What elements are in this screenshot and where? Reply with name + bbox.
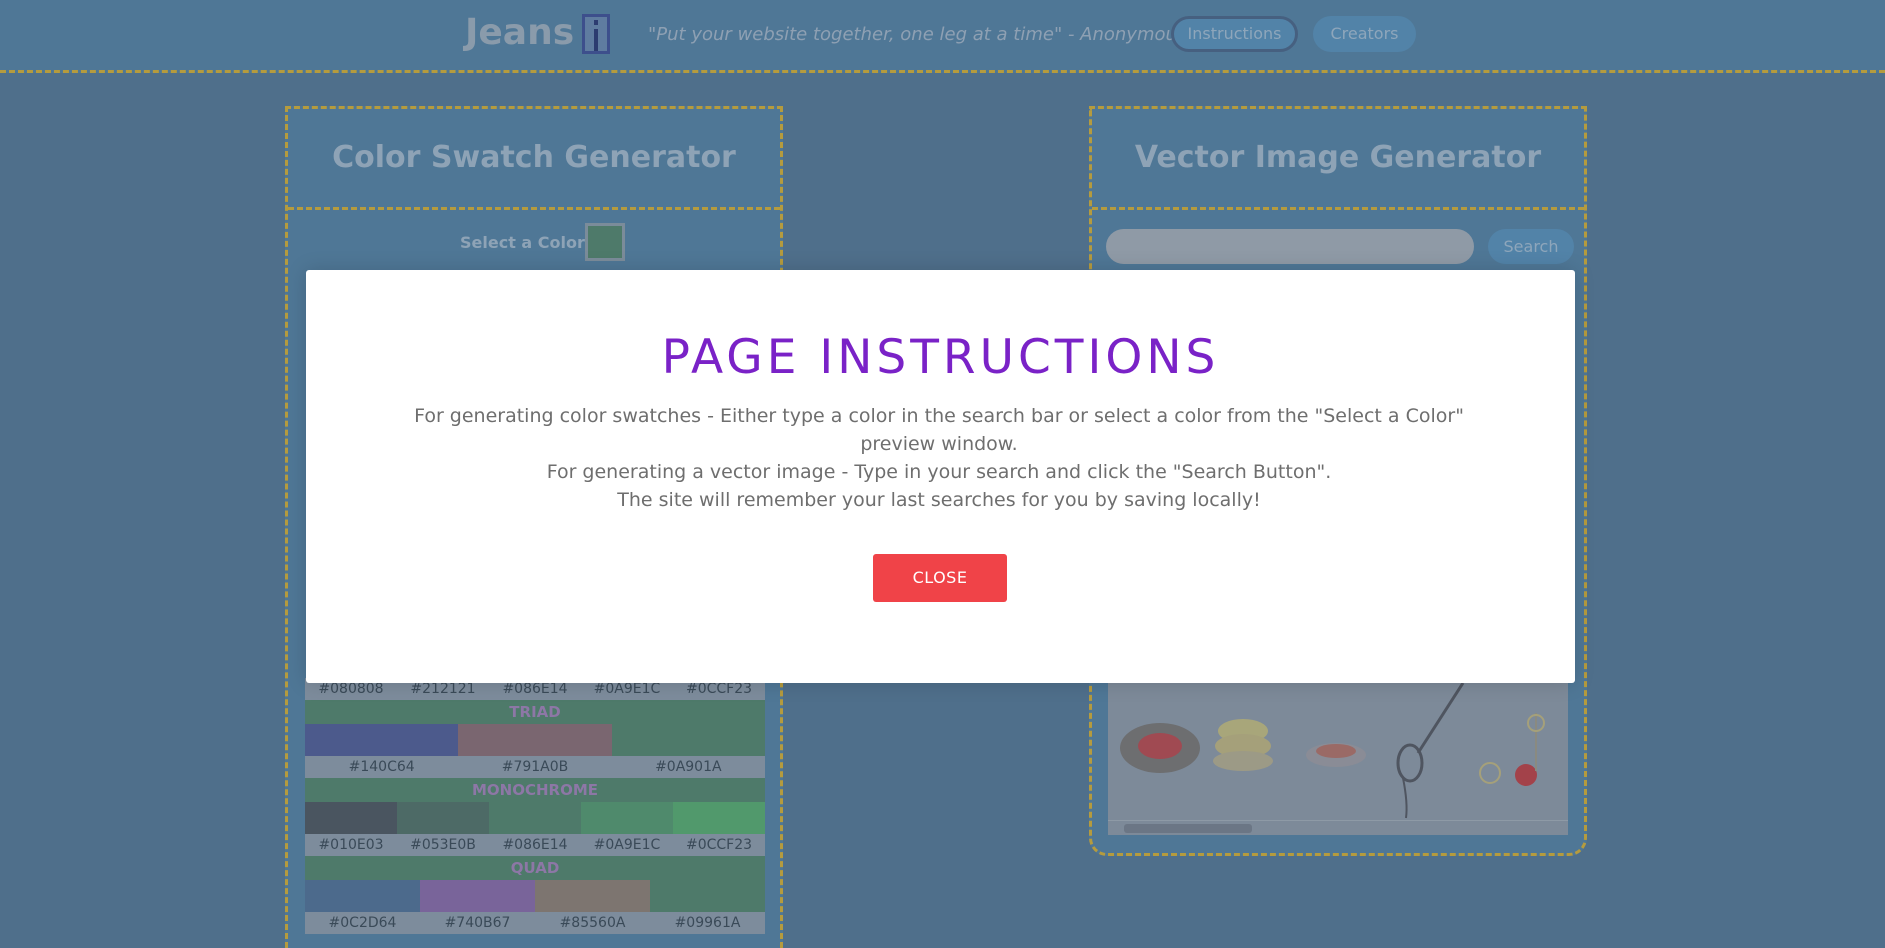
- swatch-color-row: [305, 880, 765, 912]
- swatch-hex-label: #740B67: [444, 915, 511, 931]
- swatch-hex-label: #791A0B: [501, 759, 569, 775]
- swatch-hex-row: #140C64 #791A0B #0A901A: [305, 756, 765, 778]
- swatch-hex-row: #010E03 #053E0B #086E14 #0A9E1C #0CCF23: [305, 834, 765, 856]
- modal-line-vector: For generating a vector image - Type in …: [546, 461, 1332, 483]
- modal-line-storage: The site will remember your last searche…: [617, 489, 1261, 511]
- creators-button[interactable]: Creators: [1313, 16, 1416, 52]
- gallery-images: [1120, 682, 1545, 819]
- color-swatch[interactable]: [397, 802, 489, 834]
- swatch-group-title: QUAD: [305, 856, 765, 880]
- color-swatch[interactable]: [611, 724, 765, 756]
- pasta-plate-image[interactable]: [1120, 723, 1200, 773]
- vector-image-gallery: [1108, 682, 1568, 835]
- swatch-hex-label: #0A9E1C: [593, 837, 661, 853]
- color-swatch[interactable]: [305, 724, 459, 756]
- instructions-modal: PAGE INSTRUCTIONS For generating color s…: [306, 270, 1575, 683]
- color-swatch[interactable]: [673, 802, 765, 834]
- jeans-logo-icon: [582, 14, 610, 54]
- color-swatch[interactable]: [650, 880, 765, 912]
- swatch-hex-label: #0CCF23: [685, 837, 753, 853]
- pasta-bowl-image[interactable]: [1306, 743, 1366, 767]
- swatch-hex-row: #0C2D64 #740B67 #85560A #09961A: [305, 912, 765, 934]
- instructions-button[interactable]: Instructions: [1171, 16, 1298, 52]
- gallery-scrollbar[interactable]: [1108, 820, 1568, 835]
- swatch-hex-label: #0A901A: [655, 759, 722, 775]
- swatch-hex-label: #09961A: [674, 915, 741, 931]
- tomato-fork-image[interactable]: [1479, 713, 1545, 786]
- color-swatch[interactable]: [305, 802, 397, 834]
- modal-title: PAGE INSTRUCTIONS: [661, 330, 1220, 385]
- swatch-hex-label: #010E03: [318, 837, 384, 853]
- color-swatch[interactable]: [581, 802, 673, 834]
- color-swatch[interactable]: [458, 724, 612, 756]
- swatch-color-row: [305, 802, 765, 834]
- tagline: "Put your website together, one leg at a…: [648, 24, 1187, 45]
- modal-line-swatches: For generating color swatches - Either t…: [414, 405, 1464, 455]
- color-panel-title: Color Swatch Generator: [288, 109, 780, 210]
- select-color-label: Select a Color:: [460, 233, 592, 252]
- swatch-results: #080808 #212121 #086E14 #0A9E1C #0CCF23 TRIAD…: [305, 678, 765, 934]
- close-button[interactable]: CLOSE: [873, 554, 1007, 602]
- pasta-stack-image[interactable]: [1213, 719, 1273, 771]
- swatch-hex-label: #140C64: [348, 759, 415, 775]
- swatch-group-title: MONOCHROME: [305, 778, 765, 802]
- color-picker[interactable]: [585, 223, 625, 261]
- color-swatch[interactable]: [535, 880, 650, 912]
- swatch-color-row: [305, 724, 765, 756]
- color-swatch[interactable]: [420, 880, 535, 912]
- gallery-scroll-thumb[interactable]: [1124, 824, 1252, 833]
- swatch-hex-label: #85560A: [559, 915, 626, 931]
- swatch-hex-label: #053E0B: [410, 837, 476, 853]
- vector-search-input[interactable]: [1106, 229, 1474, 264]
- color-swatch[interactable]: [489, 802, 581, 834]
- vector-panel-title: Vector Image Generator: [1092, 109, 1584, 210]
- site-header: Jeans "Put your website together, one le…: [0, 0, 1885, 73]
- swatch-hex-label: #0C2D64: [328, 915, 397, 931]
- swatch-group-title: TRIAD: [305, 700, 765, 724]
- modal-body: For generating color swatches - Either t…: [374, 402, 1504, 514]
- vector-search-button[interactable]: Search: [1488, 229, 1574, 264]
- color-swatch[interactable]: [305, 880, 420, 912]
- fork-spaghetti-image[interactable]: [1396, 682, 1465, 819]
- logo-text: Jeans: [465, 12, 575, 53]
- swatch-hex-label: #086E14: [502, 837, 568, 853]
